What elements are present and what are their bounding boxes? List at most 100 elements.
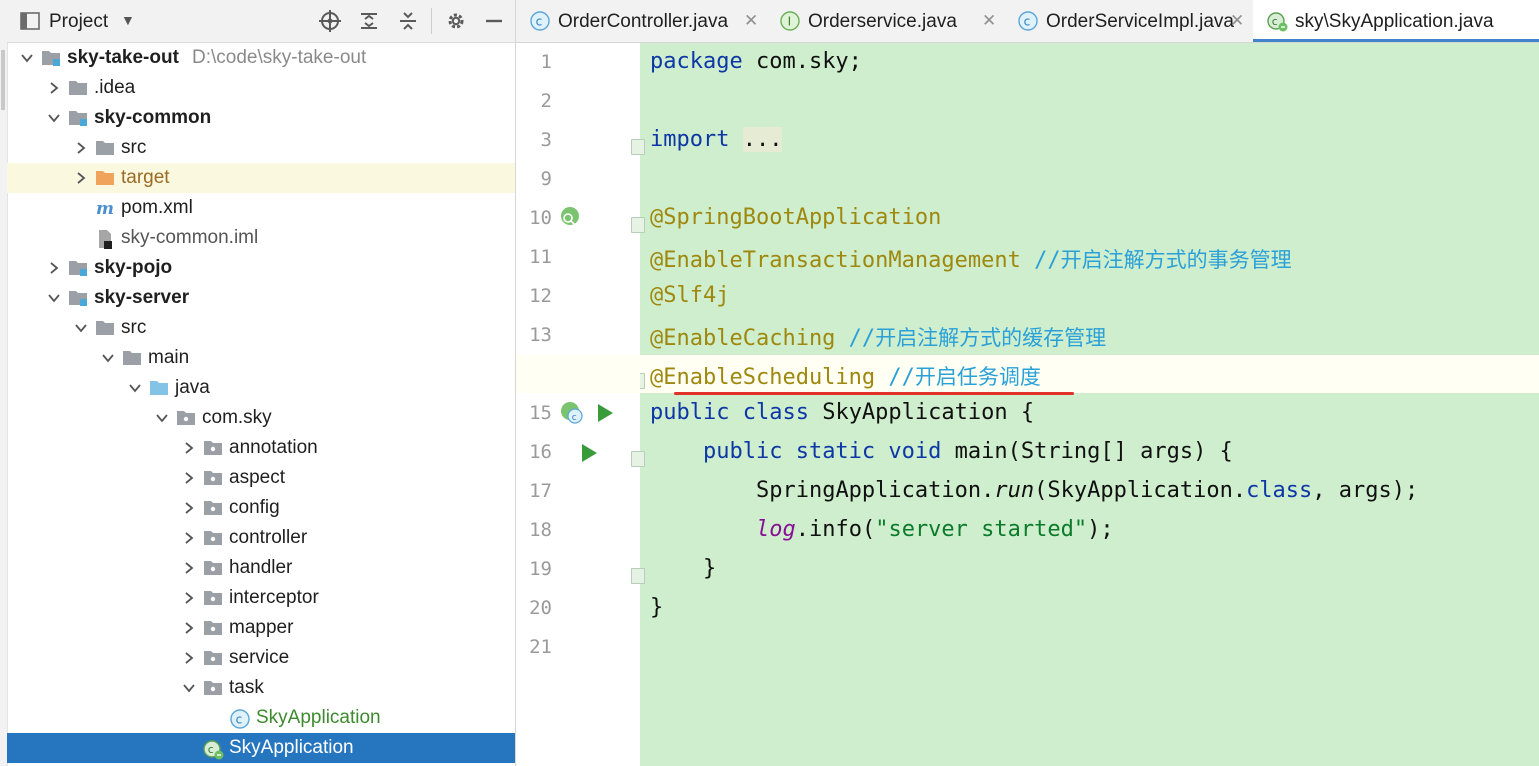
chevron-down-icon[interactable]	[102, 351, 114, 363]
string-literal: "server started"	[875, 517, 1088, 542]
line-number[interactable]: 15	[524, 402, 552, 424]
code-line[interactable]: }	[650, 595, 663, 620]
code-line[interactable]: import ...	[650, 127, 783, 152]
code-line[interactable]: public class SkyApplication {	[650, 400, 1034, 425]
keyword: import	[650, 127, 730, 152]
code-line[interactable]: SpringApplication.run(SkyApplication.cla…	[650, 478, 1418, 503]
package-icon	[176, 409, 196, 426]
tree-row-config[interactable]: config	[7, 493, 515, 523]
tree-row-sky-common-iml[interactable]: sky-common.iml	[7, 223, 515, 253]
tree-row-pom-xml[interactable]: m pom.xml	[7, 193, 515, 223]
tree-row-sky-server[interactable]: sky-server	[7, 283, 515, 313]
tree-row-target[interactable]: target	[7, 163, 515, 193]
code-editor: c OrderController.java ✕ I Orderservice.java…	[516, 0, 1539, 766]
tree-row-interceptor[interactable]: interceptor	[7, 583, 515, 613]
chevron-down-icon[interactable]: ▼	[121, 12, 135, 28]
run-icon[interactable]	[596, 403, 614, 428]
fold-marker-icon[interactable]	[631, 451, 645, 467]
chevron-right-icon[interactable]	[183, 441, 195, 454]
tree-row-task[interactable]: task	[7, 673, 515, 703]
chevron-down-icon[interactable]	[183, 681, 195, 693]
run-icon[interactable]	[580, 443, 598, 468]
line-number[interactable]: 18	[524, 519, 552, 541]
tree-row-service[interactable]: service	[7, 643, 515, 673]
chevron-down-icon[interactable]	[156, 411, 168, 423]
tree-row-sky-take-out[interactable]: sky-take-out D:\code\sky-take-out	[7, 43, 515, 73]
tree-row-src[interactable]: src	[7, 133, 515, 163]
tab-ordercontroller-java[interactable]: c OrderController.java ✕	[516, 0, 766, 42]
chevron-right-icon[interactable]	[183, 471, 195, 484]
tree-row-handler[interactable]: handler	[7, 553, 515, 583]
tab-orderserviceimpl-java[interactable]: c OrderServiceImpl.java ✕	[1004, 0, 1253, 42]
tree-row-annotation[interactable]: annotation	[7, 433, 515, 463]
gear-icon[interactable]	[445, 10, 467, 32]
code-line[interactable]: @EnableTransactionManagement //开启注解方式的事务…	[650, 244, 1292, 274]
folder-icon	[68, 79, 88, 96]
code-line[interactable]: package com.sky;	[650, 49, 862, 74]
chevron-right-icon[interactable]	[75, 171, 87, 184]
close-icon[interactable]: ✕	[1230, 11, 1244, 31]
close-icon[interactable]: ✕	[982, 11, 996, 31]
line-number[interactable]: 11	[524, 246, 552, 268]
chevron-right-icon[interactable]	[183, 531, 195, 544]
line-number[interactable]: 19	[524, 558, 552, 580]
chevron-right-icon[interactable]	[183, 651, 195, 664]
line-number[interactable]: 1	[524, 51, 552, 73]
line-number[interactable]: 9	[524, 168, 552, 190]
fold-marker-icon[interactable]	[631, 139, 645, 155]
chevron-down-icon[interactable]	[48, 291, 60, 303]
spring-bean-icon[interactable]: c	[559, 400, 585, 431]
line-number[interactable]: 20	[524, 597, 552, 619]
line-number[interactable]: 2	[524, 90, 552, 112]
chevron-right-icon[interactable]	[48, 261, 60, 274]
tree-row--idea[interactable]: .idea	[7, 73, 515, 103]
spring-bean-icon[interactable]	[559, 205, 585, 236]
tree-row-src[interactable]: src	[7, 313, 515, 343]
fold-marker-icon[interactable]	[631, 568, 645, 584]
line-number[interactable]: 21	[524, 636, 552, 658]
tree-row-sky-common[interactable]: sky-common	[7, 103, 515, 133]
fold-marker-icon[interactable]	[631, 217, 645, 233]
close-icon[interactable]: ✕	[744, 11, 758, 31]
chevron-right-icon[interactable]	[48, 81, 60, 94]
project-view-title[interactable]: Project	[49, 11, 108, 33]
chevron-right-icon[interactable]	[183, 621, 195, 634]
code-line[interactable]: log.info("server started");	[650, 517, 1114, 542]
chevron-right-icon[interactable]	[183, 591, 195, 604]
tab-sky-skyapplication-java[interactable]: c sky\SkyApplication.java	[1253, 0, 1539, 42]
tree-row-controller[interactable]: controller	[7, 523, 515, 553]
tree-row-skyapplication[interactable]: c SkyApplication	[7, 703, 515, 733]
line-number[interactable]: 3	[524, 129, 552, 151]
expand-all-icon[interactable]	[358, 10, 380, 32]
chevron-down-icon[interactable]	[21, 51, 33, 63]
tree-row-java[interactable]: java	[7, 373, 515, 403]
collapse-all-icon[interactable]	[397, 10, 419, 32]
code-line[interactable]: @SpringBootApplication	[650, 205, 941, 230]
code-line[interactable]: @EnableCaching //开启注解方式的缓存管理	[650, 322, 1106, 352]
line-number[interactable]: 17	[524, 480, 552, 502]
chevron-down-icon[interactable]	[75, 321, 87, 333]
tab-orderservice-java[interactable]: I Orderservice.java ✕	[766, 0, 1004, 42]
tree-row-mapper[interactable]: mapper	[7, 613, 515, 643]
line-number[interactable]: 16	[524, 441, 552, 463]
line-number[interactable]: 12	[524, 285, 552, 307]
locate-file-icon[interactable]	[319, 10, 341, 32]
chevron-down-icon[interactable]	[48, 111, 60, 123]
tree-row-aspect[interactable]: aspect	[7, 463, 515, 493]
tree-row-skyapplication[interactable]: c SkyApplication	[7, 733, 515, 763]
code-line[interactable]: @Slf4j	[650, 283, 729, 308]
chevron-down-icon[interactable]	[129, 381, 141, 393]
code-line[interactable]: }	[650, 556, 716, 581]
chevron-right-icon[interactable]	[75, 141, 87, 154]
code-area[interactable]: package com.sky; import ... @SpringBootApp…	[631, 43, 1539, 766]
code-line[interactable]: @EnableScheduling //开启任务调度	[650, 361, 1041, 391]
line-number[interactable]: 13	[524, 324, 552, 346]
tree-row-com-sky[interactable]: com.sky	[7, 403, 515, 433]
chevron-right-icon[interactable]	[183, 561, 195, 574]
tree-row-main[interactable]: main	[7, 343, 515, 373]
tree-row-sky-pojo[interactable]: sky-pojo	[7, 253, 515, 283]
line-number[interactable]: 10	[524, 207, 552, 229]
chevron-right-icon[interactable]	[183, 501, 195, 514]
code-line[interactable]: public static void main(String[] args) {	[650, 439, 1233, 464]
hide-panel-icon[interactable]	[483, 10, 505, 32]
